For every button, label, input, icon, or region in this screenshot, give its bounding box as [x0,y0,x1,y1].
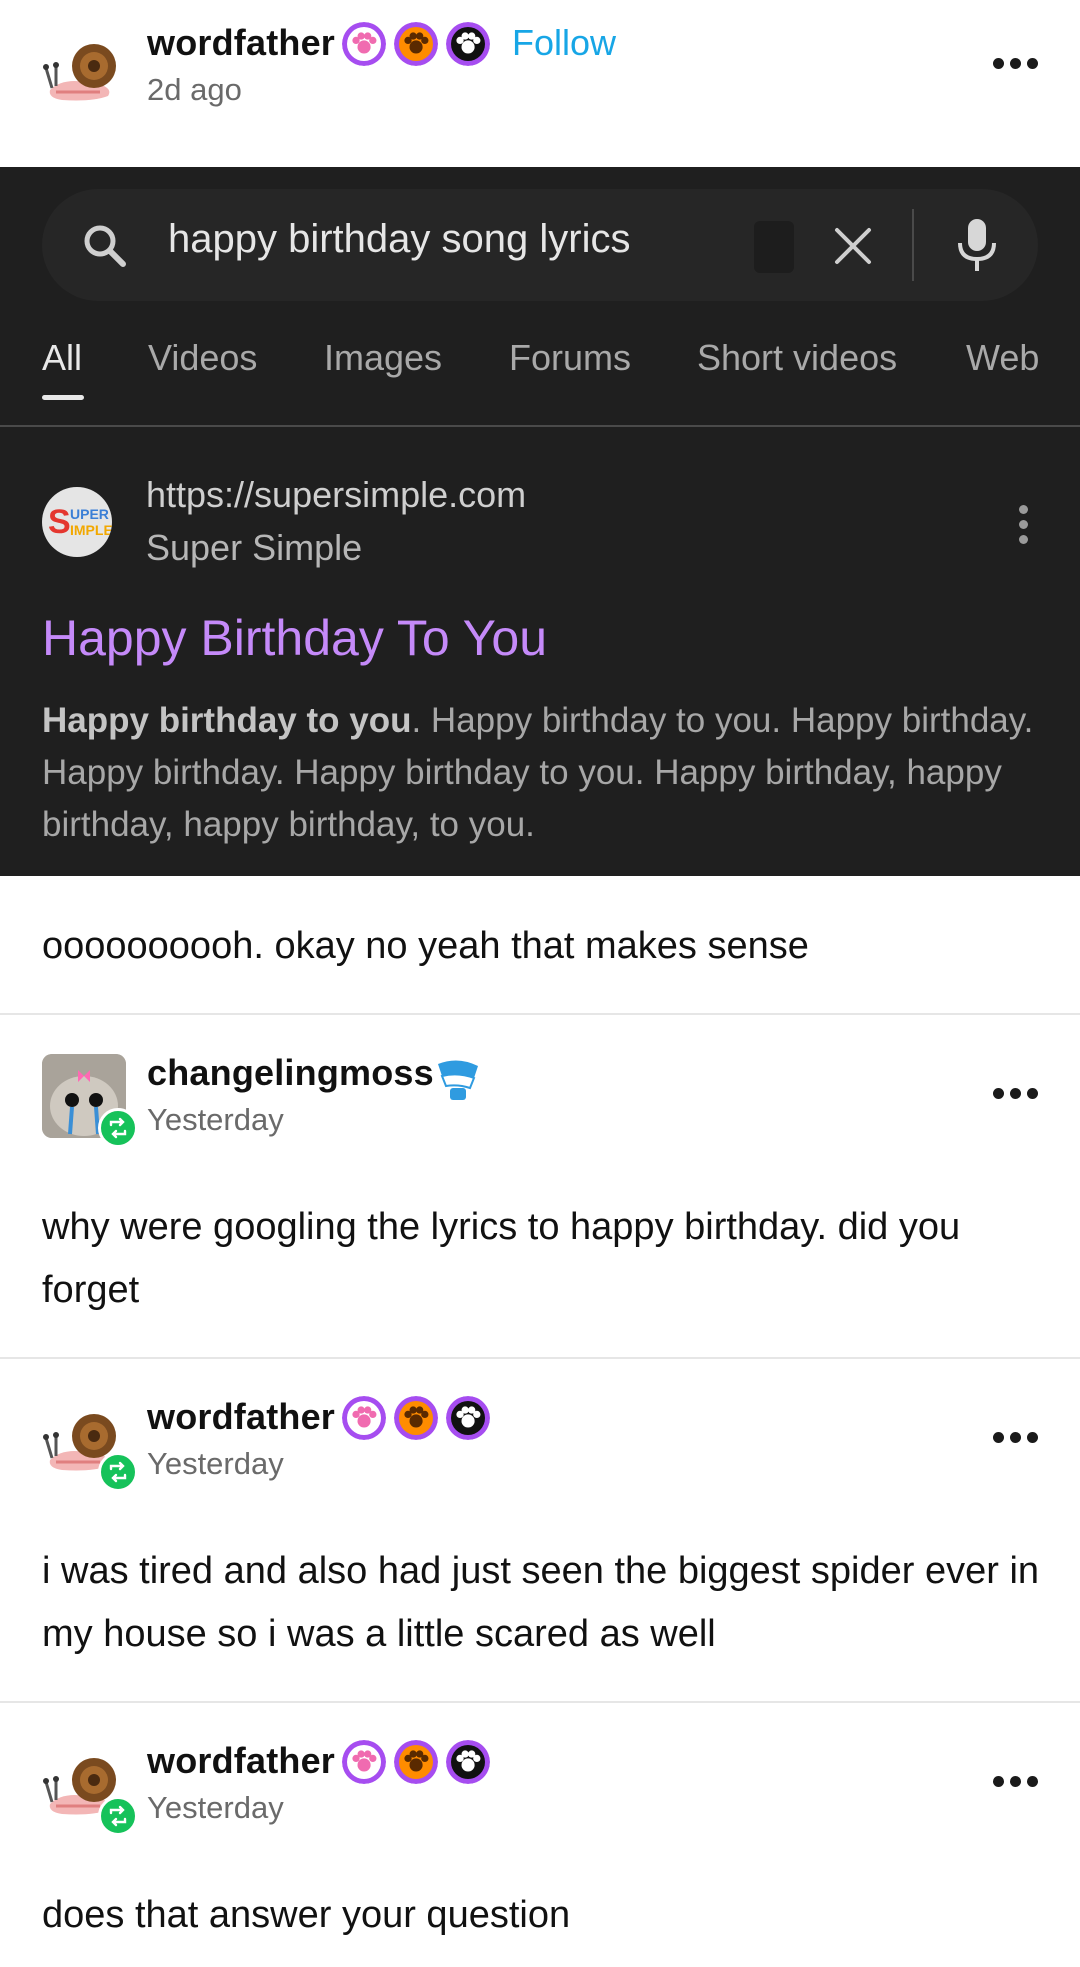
tab-web[interactable]: Web [966,337,1039,379]
divider [0,1357,1080,1359]
redacted-block [754,221,794,273]
toy-teeth-badge-icon[interactable] [434,1056,482,1102]
result-title[interactable]: Happy Birthday To You [42,609,547,667]
search-query[interactable]: happy birthday song lyrics [168,217,630,262]
result-url[interactable]: https://supersimple.com [146,474,526,516]
timestamp: Yesterday [147,1102,284,1137]
badge-group [342,1396,490,1442]
microphone-icon[interactable] [952,217,1002,273]
paw-badge-pink-icon[interactable] [342,1396,386,1440]
search-icon [84,225,126,267]
svg-text:UPER: UPER [70,506,109,522]
timestamp: Yesterday [147,1446,284,1481]
op-caption: oooooooooh. okay no yeah that makes sens… [42,925,809,967]
paw-badge-pink-icon[interactable] [342,22,386,66]
reply-text: why were googling the lyrics to happy bi… [42,1206,961,1311]
divider [0,1701,1080,1703]
reply-header: wordfather Yesterday [0,1374,1080,1494]
avatar[interactable] [42,28,126,112]
reblog-icon [98,1796,138,1836]
tab-videos[interactable]: Videos [148,337,257,379]
more-options-icon[interactable] [993,1776,1039,1788]
username[interactable]: changelingmoss [147,1052,434,1094]
paw-badge-black-icon[interactable] [446,1396,490,1440]
reply-text: i was tired and also had just seen the b… [42,1550,1040,1655]
result-site-name: Super Simple [146,527,363,568]
tab-forums[interactable]: Forums [509,337,631,379]
reply-header: changelingmoss Yesterday [0,1030,1080,1150]
username[interactable]: wordfather [147,22,335,64]
tabs-divider [0,425,1080,427]
search-separator [912,209,914,281]
reply-header: wordfather Yesterday [0,1718,1080,1838]
svg-text:S: S [48,503,71,541]
op-header: wordfather Follow 2d ago [0,0,1080,120]
result-snippet: Happy birthday to you. Happy birthday to… [42,695,1042,851]
clear-icon[interactable] [832,225,874,267]
more-options-icon[interactable] [993,58,1039,70]
paw-badge-black-icon[interactable] [446,22,490,66]
reblog-icon [98,1452,138,1492]
active-tab-indicator [42,395,84,400]
paw-badge-pink-icon[interactable] [342,1740,386,1784]
reblog-icon [98,1108,138,1148]
badge-group [342,22,490,68]
result-menu-icon[interactable] [1019,505,1029,545]
paw-badge-orange-icon[interactable] [394,22,438,66]
snippet-bold: Happy birthday to you [42,701,412,740]
search-screenshot: happy birthday song lyrics All Videos Im… [0,167,1080,876]
paw-badge-black-icon[interactable] [446,1740,490,1784]
svg-text:IMPLE: IMPLE [70,522,112,538]
site-logo: S UPER IMPLE [42,487,112,557]
follow-button[interactable]: Follow [512,22,616,64]
search-tabs: All Videos Images Forums Short videos We… [0,337,1080,427]
paw-badge-orange-icon[interactable] [394,1740,438,1784]
more-options-icon[interactable] [993,1432,1039,1444]
tab-short-videos[interactable]: Short videos [697,337,897,379]
divider [0,1013,1080,1015]
tab-images[interactable]: Images [324,337,442,379]
username[interactable]: wordfather [147,1740,335,1782]
reply-text: does that answer your question [42,1894,571,1936]
more-options-icon[interactable] [993,1088,1039,1100]
username[interactable]: wordfather [147,1396,335,1438]
timestamp: 2d ago [147,72,242,107]
badge-group [342,1740,490,1786]
timestamp: Yesterday [147,1790,284,1825]
paw-badge-orange-icon[interactable] [394,1396,438,1440]
tab-all[interactable]: All [42,337,82,379]
